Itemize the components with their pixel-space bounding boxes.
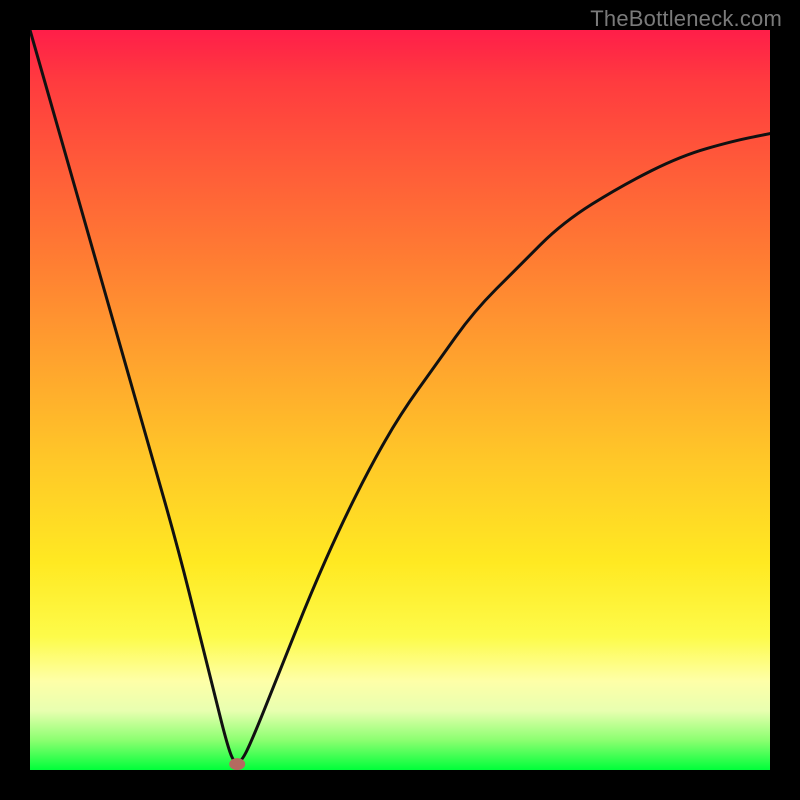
chart-frame: TheBottleneck.com — [0, 0, 800, 800]
watermark-label: TheBottleneck.com — [590, 6, 782, 32]
optimal-point-marker — [229, 758, 245, 770]
bottleneck-curve — [30, 30, 770, 763]
plot-area — [30, 30, 770, 770]
curve-svg — [30, 30, 770, 770]
